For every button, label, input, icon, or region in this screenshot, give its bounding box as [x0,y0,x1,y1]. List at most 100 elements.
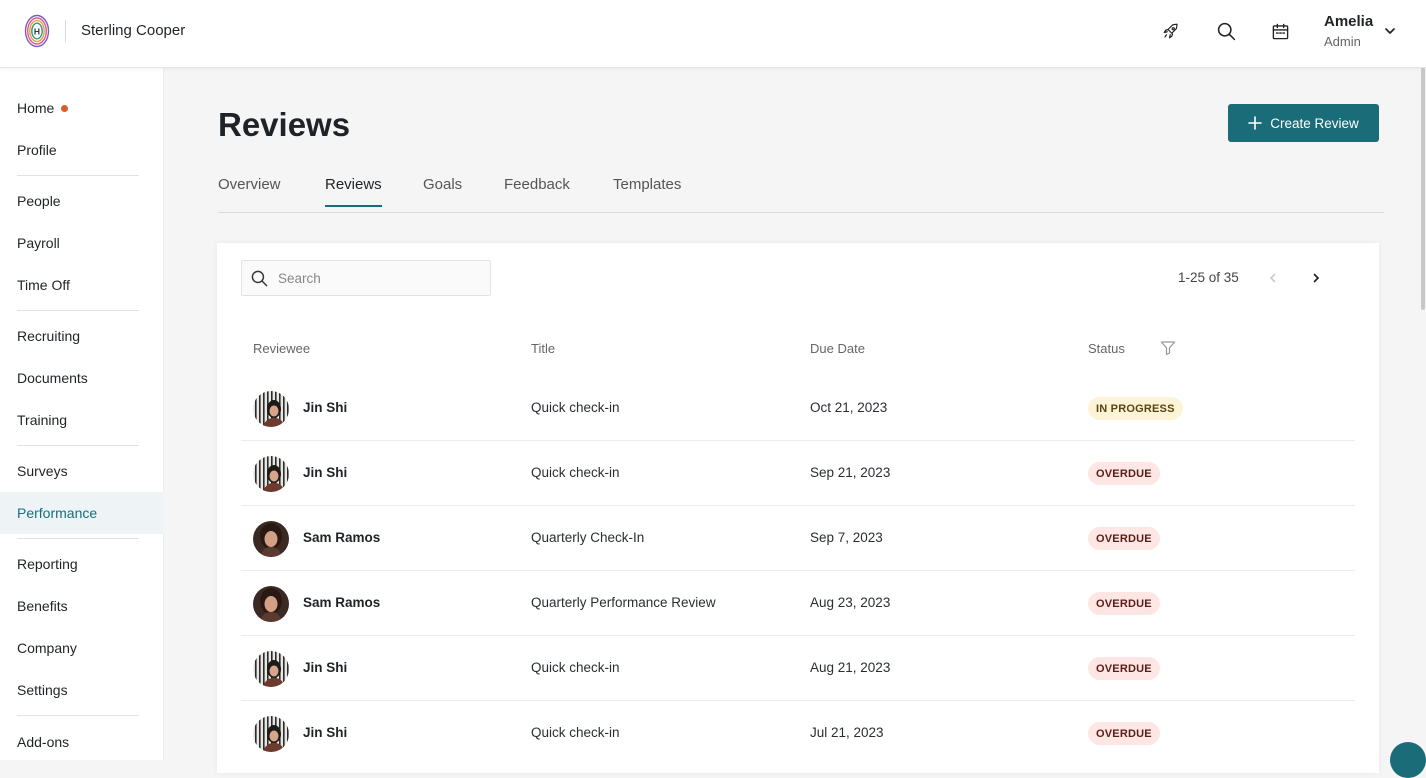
status-badge: OVERDUE [1088,657,1160,680]
reviewee-name[interactable]: Sam Ramos [303,530,380,545]
search-input[interactable] [278,270,478,286]
avatar [253,456,289,492]
sidebar-item-label: Performance [17,505,98,521]
tab-reviews[interactable]: Reviews [325,176,382,207]
column-header-status[interactable]: Status [1088,341,1125,356]
sidebar-item-profile[interactable]: Profile [0,130,164,170]
create-review-button[interactable]: Create Review [1228,104,1379,142]
reviewee-name[interactable]: Jin Shi [303,660,347,675]
due-date: Sep 21, 2023 [810,465,891,480]
column-header-reviewee[interactable]: Reviewee [253,341,310,356]
reviewee-name[interactable]: Jin Shi [303,725,347,740]
tab-templates[interactable]: Templates [613,176,681,205]
sidebar-item-company[interactable]: Company [0,628,164,668]
sidebar-item-recruiting[interactable]: Recruiting [0,316,164,356]
create-review-label: Create Review [1270,115,1359,131]
sidebar-item-home[interactable]: Home [0,88,164,128]
calendar-icon[interactable] [1268,19,1292,43]
sidebar-item-label: Company [17,640,77,656]
sidebar-item-label: Time Off [17,277,70,293]
avatar [253,586,289,622]
tab-overview[interactable]: Overview [218,176,281,205]
sidebar-item-surveys[interactable]: Surveys [0,451,164,491]
search-box[interactable] [241,260,491,296]
sidebar-item-label: Payroll [17,235,60,251]
reviewee-name[interactable]: Sam Ramos [303,595,380,610]
due-date: Sep 7, 2023 [810,530,883,545]
page-scrollbar[interactable] [1421,68,1425,310]
chevron-down-icon[interactable] [1383,24,1397,38]
search-icon [251,270,268,286]
table-row[interactable]: Sam Ramos Quarterly Check-In Sep 7, 2023… [241,506,1355,571]
company-name: Sterling Cooper [81,22,186,39]
reviewee-name[interactable]: Jin Shi [303,465,347,480]
previous-page-button[interactable] [1265,270,1281,286]
review-title: Quick check-in [531,660,620,675]
status-badge: OVERDUE [1088,592,1160,615]
review-title: Quarterly Performance Review [531,595,716,610]
tab-bar: Overview Reviews Goals Feedback Template… [218,168,1384,213]
sidebar-item-label: Profile [17,142,57,158]
rocket-icon[interactable] [1159,19,1183,43]
svg-text:H: H [34,27,40,37]
table-row[interactable]: Jin Shi Quick check-in Sep 21, 2023 OVER… [241,441,1355,506]
top-bar: H Sterling Cooper Amelia Admin [0,0,1426,68]
pagination-text: 1-25 of 35 [1178,270,1239,285]
sidebar-item-time-off[interactable]: Time Off [0,265,164,305]
sidebar-item-label: Add-ons [17,734,70,750]
filter-icon[interactable] [1160,340,1176,356]
tab-feedback[interactable]: Feedback [504,176,570,205]
sidebar-divider [17,538,139,539]
sidebar-item-label: Training [17,412,68,428]
search-icon[interactable] [1214,19,1238,43]
sidebar-item-label: People [17,193,61,209]
sidebar-divider [17,310,139,311]
help-button[interactable] [1390,742,1426,778]
due-date: Aug 23, 2023 [810,595,891,610]
user-name[interactable]: Amelia [1324,13,1373,30]
sidebar-item-label: Settings [17,682,68,698]
status-badge: OVERDUE [1088,722,1160,745]
tab-goals[interactable]: Goals [423,176,462,205]
status-badge: OVERDUE [1088,462,1160,485]
sidebar-item-reporting[interactable]: Reporting [0,544,164,584]
table-row[interactable]: Sam Ramos Quarterly Performance Review A… [241,571,1355,636]
plus-icon [1248,116,1263,130]
page-title: Reviews [218,106,351,143]
due-date: Jul 21, 2023 [810,725,884,740]
reviews-card: 1-25 of 35 Reviewee Title Due Date Statu… [217,243,1379,773]
status-badge: OVERDUE [1088,527,1160,550]
due-date: Oct 21, 2023 [810,400,888,415]
table-row[interactable]: Jin Shi Quick check-in Oct 21, 2023 IN P… [241,376,1355,441]
status-badge: IN PROGRESS [1088,397,1183,420]
sidebar-item-payroll[interactable]: Payroll [0,223,164,263]
sidebar-item-performance[interactable]: Performance [0,492,164,534]
company-logo-icon[interactable]: H [24,14,50,48]
sidebar: Home Profile People Payroll Time Off Rec… [0,68,164,760]
table-row[interactable]: Jin Shi Quick check-in Aug 21, 2023 OVER… [241,636,1355,701]
reviewee-name[interactable]: Jin Shi [303,400,347,415]
review-title: Quick check-in [531,400,620,415]
sidebar-item-documents[interactable]: Documents [0,358,164,398]
review-title: Quick check-in [531,465,620,480]
chevron-left-icon [1269,273,1276,283]
sidebar-item-label: Reporting [17,556,78,572]
review-title: Quick check-in [531,725,620,740]
sidebar-divider [17,445,139,446]
avatar [253,521,289,557]
sidebar-item-add-ons[interactable]: Add-ons [0,722,164,762]
sidebar-item-people[interactable]: People [0,181,164,221]
sidebar-item-label: Documents [17,370,88,386]
sidebar-divider [17,175,139,176]
next-page-button[interactable] [1308,270,1324,286]
chevron-right-icon [1313,273,1320,283]
table-row[interactable]: Jin Shi Quick check-in Jul 21, 2023 OVER… [241,701,1355,766]
sidebar-item-label: Recruiting [17,328,81,344]
brand-divider [65,20,66,42]
due-date: Aug 21, 2023 [810,660,891,675]
sidebar-item-settings[interactable]: Settings [0,670,164,710]
column-header-due-date[interactable]: Due Date [810,341,865,356]
column-header-title[interactable]: Title [531,341,555,356]
sidebar-item-benefits[interactable]: Benefits [0,586,164,626]
sidebar-item-training[interactable]: Training [0,400,164,440]
